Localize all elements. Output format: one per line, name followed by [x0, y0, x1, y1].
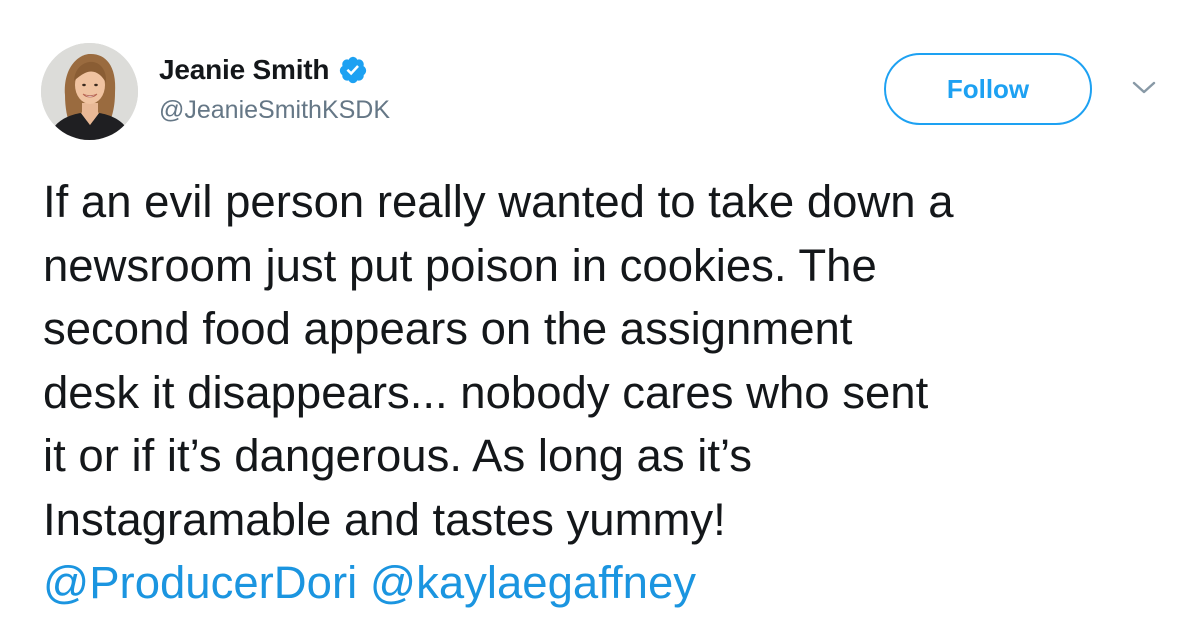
- verified-badge-icon: [338, 55, 368, 85]
- tweet-text-line: second food appears on the assignment: [43, 303, 853, 354]
- tweet-text-line: it or if it’s dangerous. As long as it’s: [43, 430, 753, 481]
- mention-link[interactable]: @kaylaegaffney: [370, 557, 696, 608]
- author-handle[interactable]: @JeanieSmithKSDK: [159, 96, 390, 125]
- tweet-text: If an evil person really wanted to take …: [43, 170, 1173, 615]
- tweet-card: Jeanie Smith @JeanieSmithKSDK Follow If …: [0, 0, 1192, 620]
- author-info: Jeanie Smith @JeanieSmithKSDK: [159, 52, 390, 125]
- name-row: Jeanie Smith: [159, 52, 390, 88]
- tweet-text-line: desk it disappears... nobody cares who s…: [43, 366, 929, 418]
- mention-link[interactable]: @ProducerDori: [43, 557, 357, 608]
- tweet-text-line: If an evil person really wanted to take …: [43, 176, 954, 227]
- tweet-text-line: Instagramable and tastes yummy!: [43, 493, 726, 545]
- chevron-down-icon[interactable]: [1128, 76, 1160, 100]
- author-display-name[interactable]: Jeanie Smith: [159, 54, 330, 86]
- tweet-text-line: newsroom just put poison in cookies. The: [43, 239, 877, 291]
- mention-row: @ProducerDori @kaylaegaffney: [43, 551, 1173, 615]
- profile-photo-icon: [41, 43, 138, 140]
- follow-button[interactable]: Follow: [884, 53, 1092, 125]
- author-avatar[interactable]: [41, 43, 138, 140]
